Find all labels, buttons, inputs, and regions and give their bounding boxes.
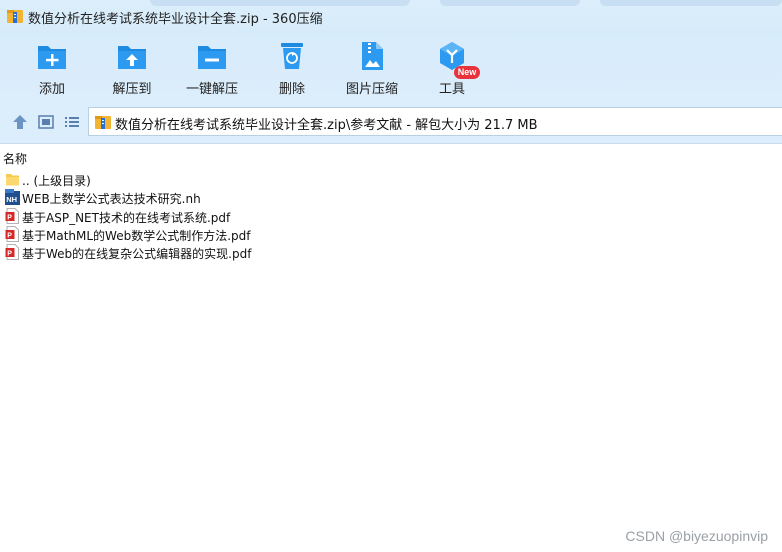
pdf-file-icon: P (5, 226, 19, 242)
address-path: 数值分析在线考试系统毕业设计全套.zip\参考文献 - 解包大小为 21.7 M… (115, 118, 538, 133)
address-bar[interactable]: 数值分析在线考试系统毕业设计全套.zip\参考文献 - 解包大小为 21.7 M… (88, 107, 782, 136)
file-name: .. (上级目录) (22, 174, 91, 188)
image-compress-label: 图片压缩 (345, 82, 398, 97)
delete-label: 删除 (278, 82, 305, 97)
list-item-parent-dir[interactable]: .. (上级目录) (0, 170, 400, 188)
list-item-file[interactable]: P 基于ASP_NET技术的在线考试系统.pdf (0, 207, 400, 225)
title-decoration (600, 0, 782, 6)
archive-icon (7, 10, 23, 23)
svg-text:P: P (7, 251, 12, 258)
list-view-icon[interactable] (63, 113, 81, 131)
window-title: 数值分析在线考试系统毕业设计全套.zip - 360压缩 (28, 12, 323, 27)
extract-to-label: 解压到 (112, 82, 152, 97)
tools-label: 工具 (438, 82, 465, 97)
svg-text:P: P (7, 233, 12, 240)
pdf-file-icon: P (5, 208, 19, 224)
list-item-file[interactable]: P 基于Web的在线复杂公式编辑器的实现.pdf (0, 243, 400, 261)
new-badge: New (454, 66, 480, 79)
list-item-file[interactable]: P 基于MathML的Web数学公式制作方法.pdf (0, 225, 400, 243)
file-name: 基于ASP_NET技术的在线考试系统.pdf (22, 211, 231, 225)
svg-text:P: P (7, 215, 12, 222)
file-name: 基于Web的在线复杂公式编辑器的实现.pdf (22, 247, 252, 261)
delete-icon (281, 43, 303, 69)
title-decoration (440, 0, 580, 6)
toolbar: 添加 解压到 一键解压 删除 图片压缩 工具 New (0, 34, 782, 100)
image-compress-button[interactable]: 图片压缩 (334, 38, 410, 98)
add-label: 添加 (38, 82, 65, 97)
file-name: WEB上数学公式表达技术研究.nh (22, 192, 201, 206)
column-name-label: 名称 (3, 152, 28, 166)
image-compress-icon (362, 42, 383, 70)
extract-to-icon (118, 46, 146, 69)
svg-text:NH: NH (6, 195, 17, 204)
title-bar: 数值分析在线考试系统毕业设计全套.zip - 360压缩 (0, 0, 782, 34)
title-decoration (150, 0, 410, 6)
nh-file-icon: NH (5, 189, 20, 205)
navigation-bar: 数值分析在线考试系统毕业设计全套.zip\参考文献 - 解包大小为 21.7 M… (0, 100, 782, 144)
add-icon (38, 46, 66, 69)
list-item-file[interactable]: NH WEB上数学公式表达技术研究.nh (0, 188, 400, 206)
extract-to-button[interactable]: 解压到 (94, 38, 170, 98)
pdf-file-icon: P (5, 244, 19, 260)
one-click-extract-label: 一键解压 (185, 82, 238, 97)
folder-icon (6, 174, 19, 186)
one-click-extract-icon (198, 46, 226, 69)
column-header-name[interactable]: 名称 (0, 146, 782, 168)
add-button[interactable]: 添加 (14, 38, 90, 98)
thumbnail-view-icon[interactable] (37, 113, 55, 131)
up-arrow-icon[interactable] (11, 113, 29, 131)
one-click-extract-button[interactable]: 一键解压 (174, 38, 250, 98)
archive-icon (95, 116, 111, 129)
delete-button[interactable]: 删除 (254, 38, 330, 98)
watermark: CSDN @biyezuopinvip (625, 528, 768, 544)
file-name: 基于MathML的Web数学公式制作方法.pdf (22, 229, 251, 243)
